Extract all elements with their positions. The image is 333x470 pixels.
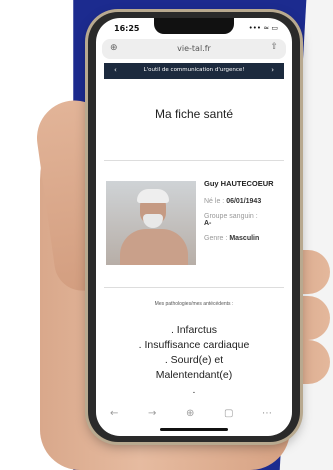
patient-info: Guy HAUTECOEUR Né le : 06/01/1943 Groupe…	[204, 179, 284, 250]
phone-screen: 16:25 ••• ≈ ▭ ⊕ vie-tal.fr ⇧ ‹ L'outil d…	[96, 18, 292, 436]
photo-beard	[143, 214, 163, 228]
birth-value: 06/01/1943	[226, 198, 262, 205]
photo-hair	[137, 189, 169, 203]
blood-row: Groupe sanguin : A-	[204, 213, 284, 227]
notch	[154, 18, 234, 34]
home-indicator[interactable]	[160, 428, 228, 431]
pathology-item: . Infarctus	[170, 324, 218, 336]
status-time: 16:25	[114, 24, 140, 33]
gender-value: Masculin	[229, 235, 260, 242]
pathologies-label: Mes pathologies/mes antécédents :	[154, 301, 234, 307]
chevron-right-icon[interactable]: ›	[271, 66, 274, 74]
pathology-item: . Sourd(e) et	[164, 354, 224, 366]
health-card: Ma fiche santé Guy HAUTECOEUR Né le : 06…	[104, 79, 284, 401]
birth-row: Né le : 06/01/1943	[204, 198, 284, 205]
status-icons: ••• ≈ ▭	[248, 24, 278, 32]
pathologies-list: . Infarctus . Insuffisance cardiaque . S…	[104, 323, 284, 398]
browser-toolbar: ← → ⊕ ▢ ⋯	[96, 404, 292, 426]
url-text[interactable]: vie-tal.fr	[102, 44, 286, 53]
photo-body	[120, 229, 188, 265]
divider	[104, 160, 284, 161]
add-tab-icon[interactable]: ⊕	[186, 408, 194, 419]
page-title: Ma fiche santé	[154, 107, 234, 121]
more-icon[interactable]: ⋯	[262, 408, 272, 419]
pathology-item: . Insuffisance cardiaque	[138, 339, 250, 351]
gender-row: Genre : Masculin	[204, 235, 284, 242]
address-bar[interactable]: ⊕ vie-tal.fr ⇧	[102, 39, 286, 59]
share-icon[interactable]: ⇧	[270, 42, 278, 52]
patient-name: Guy HAUTECOEUR	[204, 179, 274, 188]
blood-value: A-	[204, 220, 212, 227]
birth-label: Né le :	[204, 198, 225, 205]
back-icon[interactable]: ←	[110, 408, 118, 419]
pathology-item: Malentendant(e)	[155, 369, 233, 381]
pathology-item: .	[192, 384, 196, 396]
blood-label: Groupe sanguin :	[204, 213, 258, 220]
forward-icon[interactable]: →	[148, 408, 156, 419]
gender-label: Genre :	[204, 235, 228, 242]
tabs-icon[interactable]: ▢	[224, 408, 233, 419]
top-banner: ‹ L'outil de communication d'urgence! ›	[104, 63, 284, 79]
banner-text: L'outil de communication d'urgence!	[143, 67, 245, 73]
divider	[104, 287, 284, 288]
profile-photo	[106, 181, 196, 265]
